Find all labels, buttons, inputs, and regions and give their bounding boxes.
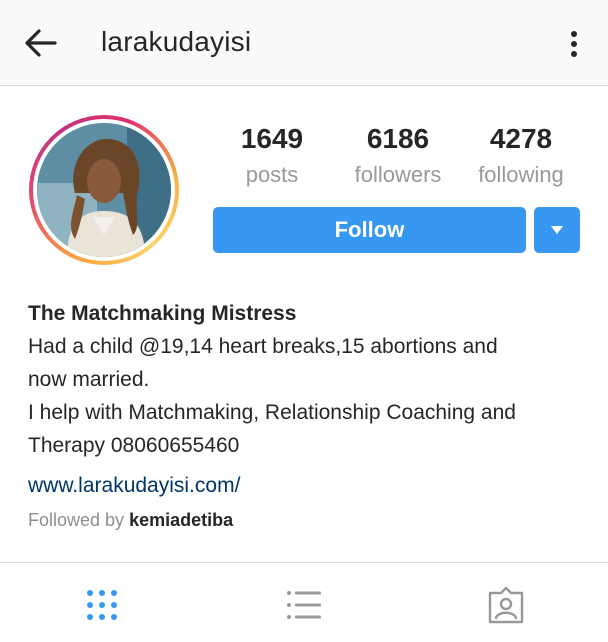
profile-bio: The Matchmaking Mistress Had a child @19…: [28, 298, 588, 534]
more-vertical-icon[interactable]: [562, 26, 586, 62]
bio-line: I help with Matchmaking, Relationship Co…: [28, 401, 516, 424]
following-label: following: [478, 162, 564, 187]
profile-username: larakudayisi: [101, 26, 252, 57]
following-value: 4278: [489, 123, 553, 154]
website-link[interactable]: www.larakudayisi.com/: [28, 470, 588, 502]
bio-line: now married.: [28, 368, 150, 391]
followers-label: followers: [354, 162, 442, 187]
followers-count[interactable]: 6186 followers: [338, 120, 458, 192]
caret-down-icon: [551, 226, 563, 234]
posts-label: posts: [245, 162, 299, 187]
arrow-left-icon[interactable]: [22, 27, 58, 59]
followed-by[interactable]: Followed by kemiadetiba: [28, 506, 588, 534]
bio-line: Had a child @19,14 heart breaks,15 abort…: [28, 335, 498, 358]
profile-tab-bar: [0, 562, 608, 642]
top-bar: larakudayisi: [0, 0, 608, 86]
suggestions-dropdown-button[interactable]: [534, 207, 580, 253]
grid-icon[interactable]: [82, 585, 122, 625]
followed-by-prefix: Followed by: [28, 510, 125, 530]
full-name: The Matchmaking Mistress: [28, 302, 297, 325]
followed-by-user: kemiadetiba: [129, 510, 234, 530]
followers-value: 6186: [366, 123, 430, 154]
posts-value: 1649: [240, 123, 304, 154]
avatar[interactable]: [29, 115, 179, 265]
follow-button[interactable]: Follow: [213, 207, 526, 253]
following-count[interactable]: 4278 following: [462, 120, 580, 192]
profile-photo: [37, 123, 171, 257]
posts-count: 1649 posts: [222, 120, 322, 192]
list-icon[interactable]: [284, 585, 324, 625]
tagged-photos-icon[interactable]: [486, 585, 526, 625]
bio-line: Therapy 08060655460: [28, 434, 240, 457]
